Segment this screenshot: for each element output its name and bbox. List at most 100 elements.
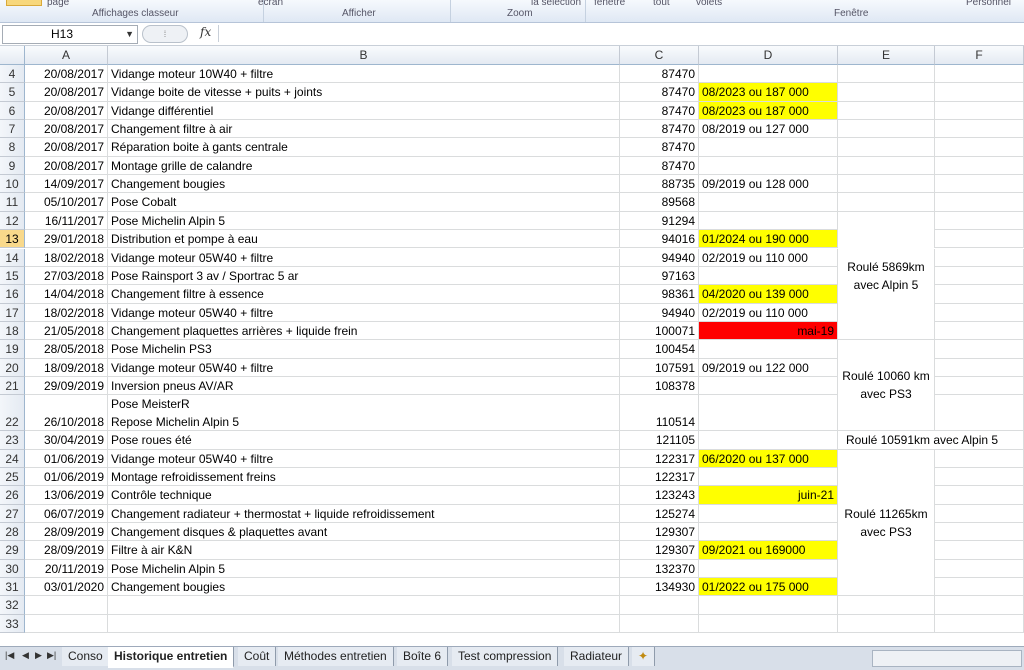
cell-km[interactable] <box>620 614 699 634</box>
cell-next-due[interactable] <box>699 266 838 286</box>
cell-next-due[interactable]: 02/2019 ou 110 000 <box>699 248 838 267</box>
cell-date[interactable]: 18/09/2018 <box>25 358 108 377</box>
cell-date[interactable] <box>25 614 108 634</box>
cell-operation[interactable]: Changement filtre à essence <box>108 285 620 304</box>
cell-operation[interactable]: Vidange différentiel <box>108 101 620 121</box>
cell-empty[interactable] <box>935 395 1024 432</box>
cell-next-due[interactable] <box>699 431 838 450</box>
cell-operation[interactable]: Inversion pneus AV/AR <box>108 376 620 396</box>
cell-empty[interactable] <box>935 358 1024 377</box>
cell-operation[interactable]: Vidange boite de vitesse + puits + joint… <box>108 83 620 102</box>
row-header-24[interactable]: 24 <box>0 449 25 468</box>
cell-operation[interactable]: Pose Cobalt <box>108 193 620 212</box>
cell-next-due[interactable]: 01/2024 ou 190 000 <box>699 230 838 249</box>
sheet-tab[interactable]: Conso <box>62 647 110 666</box>
cell-empty[interactable] <box>935 449 1024 468</box>
name-box[interactable]: H13 ▼ <box>2 25 138 44</box>
cell-date[interactable]: 28/09/2019 <box>25 523 108 542</box>
column-header-d[interactable]: D <box>699 46 838 65</box>
row-header-32[interactable]: 32 <box>0 596 25 615</box>
cell-date[interactable]: 14/09/2017 <box>25 175 108 194</box>
cell-empty[interactable] <box>838 65 935 84</box>
cell-operation[interactable]: Pose roues été <box>108 431 620 450</box>
cell-km[interactable]: 100071 <box>620 321 699 341</box>
sheet-tab[interactable]: Radiateur <box>564 647 630 666</box>
cell-km[interactable]: 122317 <box>620 468 699 487</box>
row-header-15[interactable]: 15 <box>0 266 25 286</box>
cell-date[interactable]: 01/06/2019 <box>25 468 108 487</box>
cell-date[interactable]: 20/08/2017 <box>25 156 108 176</box>
cell-operation[interactable]: Vidange moteur 05W40 + filtre <box>108 303 620 322</box>
formula-cancel-enter-pill[interactable]: ⁞ <box>142 25 188 43</box>
prev-sheet-icon[interactable]: ◀ <box>22 650 29 661</box>
cell-operation[interactable] <box>108 614 620 634</box>
cell-km[interactable]: 94016 <box>620 230 699 249</box>
select-all-corner[interactable] <box>0 46 25 65</box>
cell-km[interactable]: 87470 <box>620 156 699 176</box>
cell-empty[interactable] <box>935 468 1024 487</box>
cell-operation[interactable]: Pose Michelin PS3 <box>108 340 620 359</box>
cell-operation[interactable]: Changement filtre à air <box>108 120 620 139</box>
horizontal-scrollbar[interactable] <box>872 650 1022 667</box>
row-header-12[interactable]: 12 <box>0 211 25 231</box>
cell-next-due[interactable]: 09/2021 ou 169000 <box>699 541 838 560</box>
cell-operation[interactable]: Distribution et pompe à eau <box>108 230 620 249</box>
first-sheet-icon[interactable]: |◀ <box>5 650 14 661</box>
sheet-tab[interactable]: Test compression <box>452 647 559 666</box>
cell-operation[interactable]: Pose Michelin Alpin 5 <box>108 559 620 579</box>
cell-operation[interactable]: Changement plaquettes arrières + liquide… <box>108 321 620 341</box>
cell-date[interactable]: 29/09/2019 <box>25 376 108 396</box>
cell-empty[interactable] <box>935 248 1024 267</box>
cell-empty[interactable] <box>838 175 935 194</box>
cell-next-due[interactable] <box>699 395 838 432</box>
cell-date[interactable]: 29/01/2018 <box>25 230 108 249</box>
row-header-27[interactable]: 27 <box>0 504 25 524</box>
row-header-8[interactable]: 8 <box>0 138 25 157</box>
cell-date[interactable]: 28/09/2019 <box>25 541 108 560</box>
row-header-26[interactable]: 26 <box>0 486 25 505</box>
cell-empty[interactable] <box>935 340 1024 359</box>
cell-empty[interactable] <box>838 614 935 634</box>
cell-empty[interactable] <box>935 559 1024 579</box>
cell-date[interactable]: 20/08/2017 <box>25 83 108 102</box>
cell-next-due[interactable] <box>699 340 838 359</box>
column-header-f[interactable]: F <box>935 46 1024 65</box>
cell-empty[interactable] <box>935 65 1024 84</box>
cell-empty[interactable] <box>935 541 1024 560</box>
row-header-17[interactable]: 17 <box>0 303 25 322</box>
cell-empty[interactable] <box>935 230 1024 249</box>
cell-operation[interactable]: Pose Michelin Alpin 5 <box>108 211 620 231</box>
cell-date[interactable]: 13/06/2019 <box>25 486 108 505</box>
cell-next-due[interactable] <box>699 504 838 524</box>
cell-empty[interactable] <box>838 193 935 212</box>
cell-next-due[interactable] <box>699 468 838 487</box>
row-header-16[interactable]: 16 <box>0 285 25 304</box>
cell-km[interactable]: 100454 <box>620 340 699 359</box>
formula-input[interactable] <box>218 25 1019 42</box>
cell-empty[interactable] <box>935 376 1024 396</box>
cell-empty[interactable] <box>935 101 1024 121</box>
last-sheet-icon[interactable]: ▶| <box>47 650 56 661</box>
cell-date[interactable]: 18/02/2018 <box>25 303 108 322</box>
row-header-9[interactable]: 9 <box>0 156 25 176</box>
row-header-33[interactable]: 33 <box>0 614 25 634</box>
cell-km[interactable]: 110514 <box>620 395 699 432</box>
cell-km[interactable]: 87470 <box>620 83 699 102</box>
cell-empty[interactable] <box>838 101 935 121</box>
row-header-23[interactable]: 23 <box>0 431 25 450</box>
column-header-c[interactable]: C <box>620 46 699 65</box>
row-header-4[interactable]: 4 <box>0 65 25 84</box>
cell-date[interactable]: 20/08/2017 <box>25 138 108 157</box>
ribbon-top-selection[interactable]: la sélection <box>531 0 581 8</box>
cell-next-due[interactable] <box>699 193 838 212</box>
column-header-e[interactable]: E <box>838 46 935 65</box>
cell-date[interactable]: 27/03/2018 <box>25 266 108 286</box>
cell-date[interactable]: 20/08/2017 <box>25 101 108 121</box>
cell-km[interactable]: 89568 <box>620 193 699 212</box>
cell-empty[interactable] <box>935 156 1024 176</box>
cell-date[interactable]: 01/06/2019 <box>25 449 108 468</box>
cell-next-due[interactable] <box>699 596 838 615</box>
cell-next-due[interactable] <box>699 65 838 84</box>
cell-date[interactable]: 16/11/2017 <box>25 211 108 231</box>
cell-empty[interactable] <box>935 266 1024 286</box>
